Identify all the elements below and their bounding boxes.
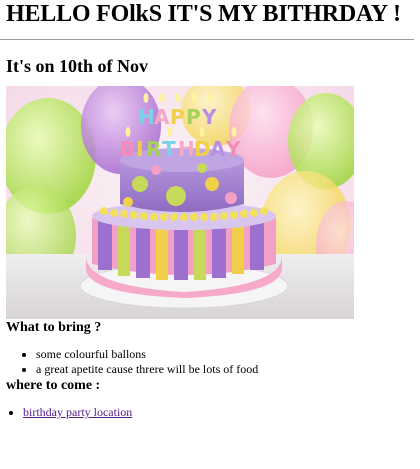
svg-text:R: R bbox=[146, 137, 161, 161]
svg-text:I: I bbox=[136, 137, 143, 161]
svg-text:H: H bbox=[138, 105, 155, 129]
svg-text:T: T bbox=[162, 137, 176, 161]
list-item: some colourful ballons bbox=[36, 347, 414, 362]
date-subtitle: It's on 10th of Nov bbox=[6, 56, 149, 76]
list-item: a great apetite cause threre will be lot… bbox=[36, 362, 414, 377]
location-list: birthday party location bbox=[6, 405, 414, 420]
svg-text:B: B bbox=[120, 137, 135, 161]
svg-text:P: P bbox=[170, 105, 185, 129]
svg-text:H: H bbox=[178, 137, 195, 161]
svg-text:A: A bbox=[210, 137, 226, 161]
page-content: HELLO FOlkS IT'S MY BITHRDAY ! It's on 1… bbox=[0, 0, 420, 420]
svg-text:A: A bbox=[154, 105, 170, 129]
list-item: birthday party location bbox=[23, 405, 414, 420]
svg-text:P: P bbox=[186, 105, 201, 129]
svg-text:D: D bbox=[194, 137, 211, 161]
page-title: HELLO FOlkS IT'S MY BITHRDAY ! bbox=[6, 1, 401, 27]
bring-list: some colourful ballons a great apetite c… bbox=[6, 347, 414, 377]
horizontal-divider bbox=[0, 39, 414, 40]
birthday-cake-image: H A P P Y B I R T H D A Y bbox=[6, 86, 354, 319]
what-to-bring-heading: What to bring ? bbox=[6, 320, 102, 335]
where-to-come-heading: where to come : bbox=[6, 378, 101, 393]
party-location-link[interactable]: birthday party location bbox=[23, 405, 132, 419]
svg-text:Y: Y bbox=[201, 105, 217, 129]
svg-text:Y: Y bbox=[225, 137, 241, 161]
